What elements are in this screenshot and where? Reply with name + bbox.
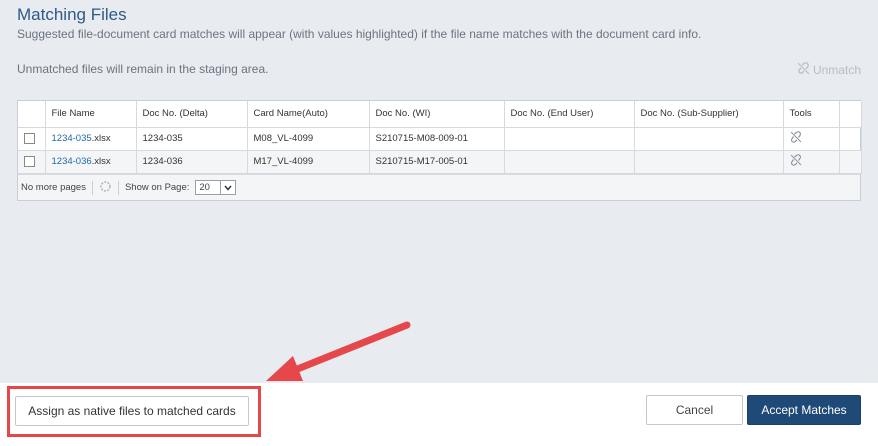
file-extension: .xlsx xyxy=(91,156,111,167)
card-name-cell: M08_VL-4099 xyxy=(247,127,370,151)
table-row: 1234-036.xlsx 1234-036 M17_VL-4099 S2107… xyxy=(18,150,862,174)
dialog-title: Matching Files xyxy=(17,5,127,24)
assign-native-files-button[interactable]: Assign as native files to matched cards xyxy=(15,396,249,426)
unlink-icon xyxy=(797,62,810,78)
pager-status: No more pages xyxy=(21,182,86,193)
page-size-value: 20 xyxy=(199,182,210,193)
column-header-card-name[interactable]: Card Name(Auto) xyxy=(247,101,370,128)
doc-no-wi-cell: S210715-M17-005-01 xyxy=(369,150,505,174)
doc-no-end-user-cell xyxy=(504,150,635,174)
table-header-row: File Name Doc No. (Delta) Card Name(Auto… xyxy=(18,101,862,128)
cancel-button[interactable]: Cancel xyxy=(646,395,743,425)
matching-files-grid: File Name Doc No. (Delta) Card Name(Auto… xyxy=(17,100,862,201)
dialog-footer: Assign as native files to matched cards … xyxy=(0,383,878,446)
pager-divider xyxy=(91,180,93,195)
doc-no-end-user-cell xyxy=(504,127,635,151)
doc-no-delta-cell: 1234-035 xyxy=(136,127,248,151)
card-name-cell: M17_VL-4099 xyxy=(247,150,370,174)
matching-files-table: File Name Doc No. (Delta) Card Name(Auto… xyxy=(18,101,862,174)
doc-no-sub-supplier-cell xyxy=(634,150,784,174)
unmatched-note: Unmatched files will remain in the stagi… xyxy=(17,62,269,76)
unmatch-label: Unmatch xyxy=(812,63,861,77)
file-name-cell: 1234-036.xlsx xyxy=(45,150,137,174)
column-header-spacer xyxy=(839,101,862,128)
refresh-icon[interactable] xyxy=(99,180,112,196)
pager-divider xyxy=(117,180,119,195)
dialog-subtitle: Suggested file-document card matches wil… xyxy=(17,27,702,41)
file-name-link[interactable]: 1234-036 xyxy=(52,156,92,167)
table-row: 1234-035.xlsx 1234-035 M08_VL-4099 S2107… xyxy=(18,127,862,151)
page-size-label: Show on Page: xyxy=(124,182,190,193)
select-column-header xyxy=(18,101,46,128)
row-checkbox[interactable] xyxy=(24,132,35,144)
unlink-icon[interactable] xyxy=(790,131,802,146)
unlink-icon[interactable] xyxy=(790,154,802,169)
column-header-doc-no-wi[interactable]: Doc No. (WI) xyxy=(369,101,505,128)
doc-no-delta-cell: 1234-036 xyxy=(136,150,248,174)
page-size-select[interactable]: 20 xyxy=(195,180,236,195)
file-name-cell: 1234-035.xlsx xyxy=(45,127,137,151)
doc-no-sub-supplier-cell xyxy=(634,127,784,151)
file-extension: .xlsx xyxy=(91,133,111,144)
unmatch-button[interactable]: Unmatch xyxy=(797,62,861,78)
column-header-doc-no-end-user[interactable]: Doc No. (End User) xyxy=(504,101,635,128)
dialog-body: Matching Files Suggested file-document c… xyxy=(0,0,878,383)
accept-matches-button[interactable]: Accept Matches xyxy=(747,395,861,425)
doc-no-wi-cell: S210715-M08-009-01 xyxy=(369,127,505,151)
column-header-doc-no-delta[interactable]: Doc No. (Delta) xyxy=(136,101,248,128)
column-header-file-name[interactable]: File Name xyxy=(45,101,137,128)
column-header-doc-no-sub-supplier[interactable]: Doc No. (Sub-Supplier) xyxy=(634,101,784,128)
grid-pager: No more pages Show on Page: 20 xyxy=(18,174,860,200)
file-name-link[interactable]: 1234-035 xyxy=(52,133,92,144)
chevron-down-icon xyxy=(219,181,235,194)
row-checkbox[interactable] xyxy=(24,155,35,167)
column-header-tools: Tools xyxy=(783,101,840,128)
